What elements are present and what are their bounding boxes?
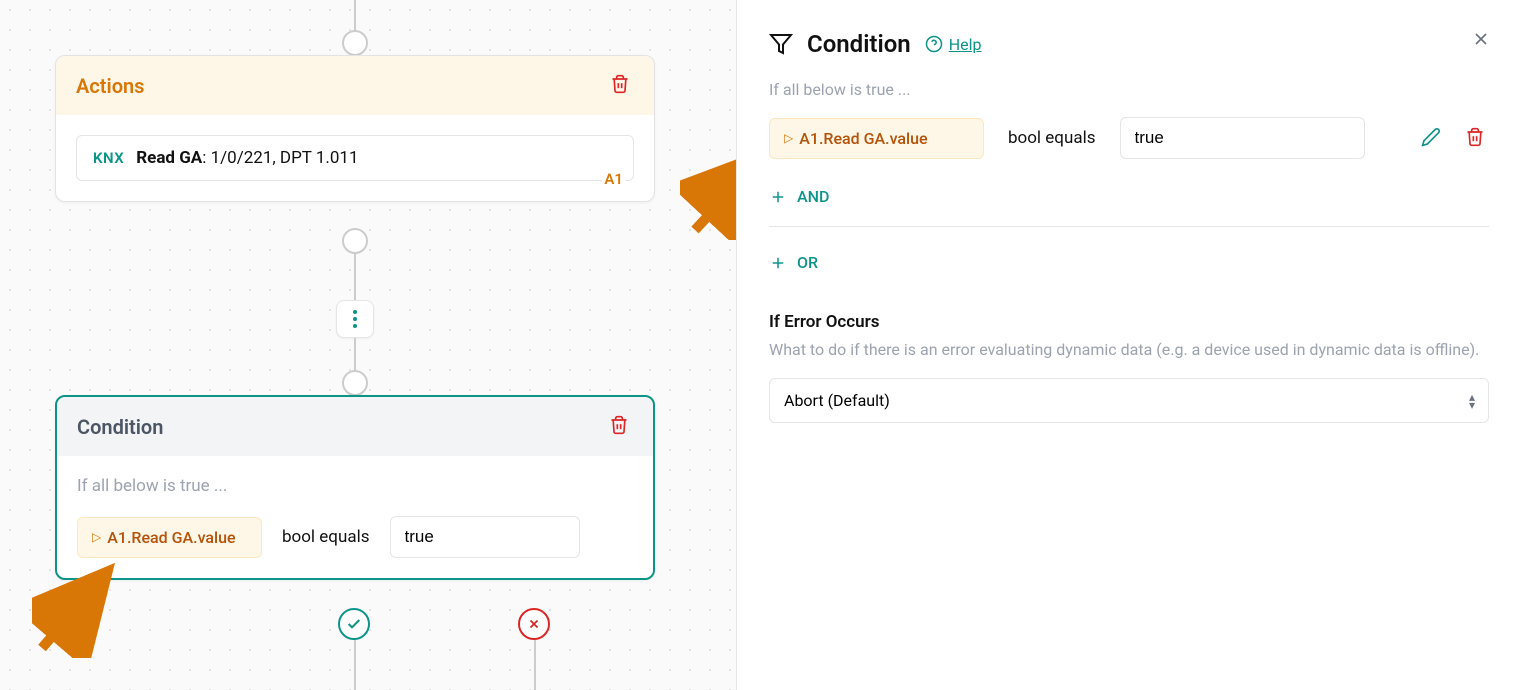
add-and-button[interactable]: AND: [769, 179, 1489, 214]
actions-card-header: Actions: [56, 56, 654, 115]
filter-icon: [769, 32, 793, 56]
panel-subtitle: If all below is true ...: [769, 80, 1489, 99]
error-action-select[interactable]: Abort (Default): [769, 378, 1489, 423]
trash-icon: [609, 415, 629, 435]
panel-condition-row: ▷ A1.Read GA.value bool equals: [769, 117, 1489, 159]
flow-canvas[interactable]: Actions KNX Read GA: 1/0/221, DPT 1.011 …: [0, 0, 736, 690]
true-branch-circle[interactable]: [338, 608, 370, 640]
actions-title: Actions: [76, 74, 144, 98]
add-step-button[interactable]: [336, 300, 374, 338]
node-handle-actions-bottom[interactable]: [342, 228, 368, 254]
actions-card[interactable]: Actions KNX Read GA: 1/0/221, DPT 1.011 …: [55, 55, 655, 202]
condition-expression-row: ▷ A1.Read GA.value bool equals: [77, 516, 633, 558]
connector-line-false: [534, 640, 536, 690]
x-icon: [527, 617, 541, 631]
row-actions: [1421, 123, 1489, 154]
trash-icon: [610, 74, 630, 94]
or-label: OR: [797, 253, 818, 272]
panel-header: Condition Help: [769, 30, 1489, 58]
operator-label: bool equals: [282, 527, 370, 547]
edit-row-button[interactable]: [1421, 127, 1441, 150]
error-section-description: What to do if there is an error evaluati…: [769, 338, 1489, 362]
add-or-button[interactable]: OR: [769, 245, 1489, 280]
operator-label: bool equals: [1008, 128, 1096, 148]
delete-actions-button[interactable]: [606, 70, 634, 101]
knx-tag: KNX: [93, 149, 124, 167]
action-row[interactable]: KNX Read GA: 1/0/221, DPT 1.011 A1: [76, 135, 634, 181]
help-link[interactable]: Help: [925, 35, 982, 54]
action-id-badge: A1: [602, 170, 625, 188]
panel-value-input[interactable]: [1120, 117, 1365, 159]
close-icon: [1471, 29, 1491, 49]
condition-card[interactable]: Condition If all below is true ... ▷ A1.…: [55, 395, 655, 580]
error-select-wrap: Abort (Default) ▴▾: [769, 378, 1489, 423]
condition-subtitle: If all below is true ...: [77, 476, 633, 496]
expression-chip-panel[interactable]: ▷ A1.Read GA.value: [769, 118, 984, 159]
and-label: AND: [797, 187, 829, 206]
close-panel-button[interactable]: [1471, 28, 1491, 56]
connector-line: [354, 254, 356, 300]
false-branch-circle[interactable]: [518, 608, 550, 640]
chip-text: A1.Read GA.value: [107, 528, 235, 547]
condition-title: Condition: [77, 415, 163, 439]
action-text: Read GA: 1/0/221, DPT 1.011: [136, 148, 358, 168]
check-icon: [346, 616, 362, 632]
error-section-title: If Error Occurs: [769, 312, 1489, 332]
trash-icon: [1465, 127, 1485, 147]
chip-text: A1.Read GA.value: [799, 129, 927, 148]
play-icon: ▷: [784, 131, 793, 145]
condition-card-body: If all below is true ... ▷ A1.Read GA.va…: [57, 456, 653, 578]
condition-card-header: Condition: [57, 397, 653, 456]
node-handle-condition-top[interactable]: [342, 370, 368, 396]
divider: [769, 226, 1489, 227]
play-icon: ▷: [92, 530, 101, 544]
delete-row-button[interactable]: [1461, 123, 1489, 154]
condition-value-input[interactable]: [390, 516, 580, 558]
plus-icon: [769, 188, 787, 206]
panel-title: Condition: [807, 30, 911, 58]
node-handle-top[interactable]: [342, 30, 368, 56]
pencil-icon: [1421, 127, 1441, 147]
help-icon: [925, 35, 943, 53]
plus-icon: [769, 254, 787, 272]
actions-card-body: KNX Read GA: 1/0/221, DPT 1.011 A1: [56, 115, 654, 201]
help-label: Help: [949, 35, 982, 54]
side-panel: Condition Help If all below is true ... …: [736, 0, 1521, 690]
dots-vertical-icon: [352, 309, 358, 329]
expression-chip[interactable]: ▷ A1.Read GA.value: [77, 517, 262, 558]
delete-condition-button[interactable]: [605, 411, 633, 442]
